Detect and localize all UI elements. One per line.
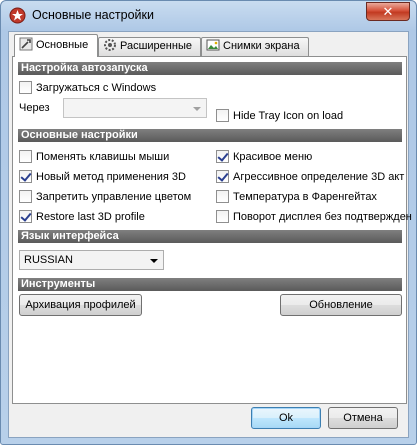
title-bar[interactable]: Основные настройки ✕ [1,1,416,31]
disable-color-management-checkbox[interactable]: Запретить управление цветом [19,190,191,204]
cancel-button[interactable]: Отмена [328,407,398,429]
delay-select[interactable] [63,98,207,118]
hide-tray-label: Hide Tray Icon on load [233,110,344,122]
delay-label: Через [19,102,50,114]
close-button[interactable]: ✕ [366,2,410,21]
rotate-display-box[interactable] [216,210,229,223]
app-icon [9,7,26,24]
tab-advanced[interactable]: Расширенные [98,37,201,56]
pretty-menu-box[interactable] [216,150,229,163]
swap-mouse-buttons-checkbox[interactable]: Поменять клавишы мыши [19,150,169,164]
section-autostart: Настройка автозапуска [18,62,402,75]
pretty-menu-checkbox[interactable]: Красивое меню [216,150,312,164]
tab-basic[interactable]: Основные [14,34,98,57]
fahrenheit-box[interactable] [216,190,229,203]
window-title: Основные настройки [32,8,154,22]
aggressive-3d-detection-box[interactable] [216,170,229,183]
new-3d-method-checkbox[interactable]: Новый метод применения 3D [19,170,186,184]
restore-3d-profile-checkbox[interactable]: Restore last 3D profile [19,210,145,224]
swap-mouse-buttons-box[interactable] [19,150,32,163]
new-3d-method-box[interactable] [19,170,32,183]
tab-basic-label: Основные [36,39,89,51]
client-area: Основные Расширенные Снимки экрана Настр… [8,31,412,438]
ok-button[interactable]: Ok [251,407,321,429]
screenshot-icon [206,38,220,52]
fahrenheit-checkbox[interactable]: Температура в Фаренгейтах [216,190,377,204]
section-language: Язык интерфейса [18,230,402,243]
section-main-settings: Основные настройки [18,129,402,142]
rotate-display-label: Поворот дисплея без подтвержден [233,211,412,223]
load-with-windows-label: Загружаться с Windows [36,82,157,94]
restore-3d-profile-label: Restore last 3D profile [36,211,145,223]
section-tools: Инструменты [18,278,402,291]
tab-panel-basic: Настройка автозапуска Загружаться с Wind… [12,56,412,404]
hide-tray-box[interactable] [216,109,229,122]
fahrenheit-label: Температура в Фаренгейтах [233,191,377,203]
swap-mouse-buttons-label: Поменять клавишы мыши [36,151,170,163]
language-select-value: RUSSIAN [24,254,73,266]
hide-tray-checkbox[interactable]: Hide Tray Icon on load [216,109,343,123]
load-with-windows-checkbox[interactable]: Загружаться с Windows [19,81,156,95]
load-with-windows-box[interactable] [19,81,32,94]
tab-screenshots[interactable]: Снимки экрана [201,37,309,56]
update-button[interactable]: Обновление [280,294,402,316]
disable-color-management-box[interactable] [19,190,32,203]
tab-screenshots-label: Снимки экрана [223,40,300,52]
wrench-icon [19,37,33,51]
tab-advanced-label: Расширенные [120,40,192,52]
settings-window: Основные настройки ✕ Основные Расширенны… [0,0,417,445]
aggressive-3d-detection-label: Агрессивное определение 3D акт [233,171,405,183]
disable-color-management-label: Запретить управление цветом [36,191,192,203]
pretty-menu-label: Красивое меню [233,151,313,163]
archive-profiles-button[interactable]: Архивация профилей [19,294,142,316]
language-select[interactable]: RUSSIAN [19,250,164,270]
gear-icon [103,38,117,52]
aggressive-3d-detection-checkbox[interactable]: Агрессивное определение 3D акт [216,170,404,184]
chevron-down-icon [193,107,201,111]
restore-3d-profile-box[interactable] [19,210,32,223]
chevron-down-icon [150,259,158,263]
new-3d-method-label: Новый метод применения 3D [36,171,186,183]
rotate-display-checkbox[interactable]: Поворот дисплея без подтвержден [216,210,412,224]
